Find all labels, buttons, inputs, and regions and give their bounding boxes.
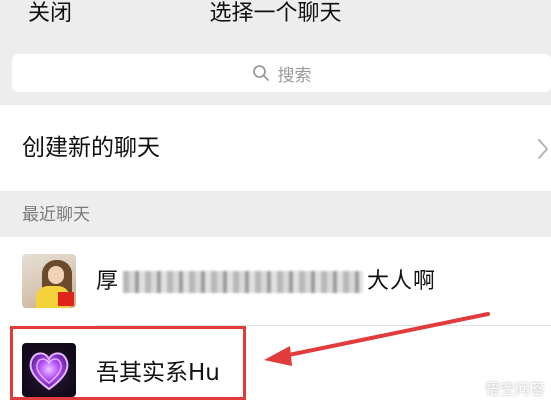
avatar-face (48, 266, 64, 284)
create-new-chat-button[interactable]: 创建新的聊天 (0, 105, 551, 191)
recent-chats-label: 最近聊天 (22, 205, 90, 225)
search-inner: 搜索 (12, 54, 551, 92)
chat-item-name-start: 厚 (96, 269, 120, 294)
watermark-logo-icon (460, 379, 479, 398)
avatar (22, 254, 76, 308)
chat-item-name-end: 大人啊 (367, 269, 437, 294)
redacted-text (123, 271, 364, 293)
watermark-text: 悟空问答 (484, 380, 545, 398)
header: 关闭 选择一个聊天 (0, 0, 551, 40)
chat-item-name: 厚 大人啊 (96, 267, 436, 297)
watermark: 悟空问答 (460, 378, 545, 399)
chevron-right-icon (537, 138, 549, 164)
search-bar[interactable]: 搜索 (12, 54, 551, 92)
search-icon (252, 64, 270, 82)
search-placeholder: 搜索 (277, 65, 312, 86)
highlight-box (10, 326, 246, 400)
page-title: 选择一个聊天 (209, 1, 342, 26)
flag-icon (58, 292, 74, 306)
red-arrow-annotation (264, 312, 490, 366)
create-new-chat-label: 创建新的聊天 (22, 135, 160, 161)
